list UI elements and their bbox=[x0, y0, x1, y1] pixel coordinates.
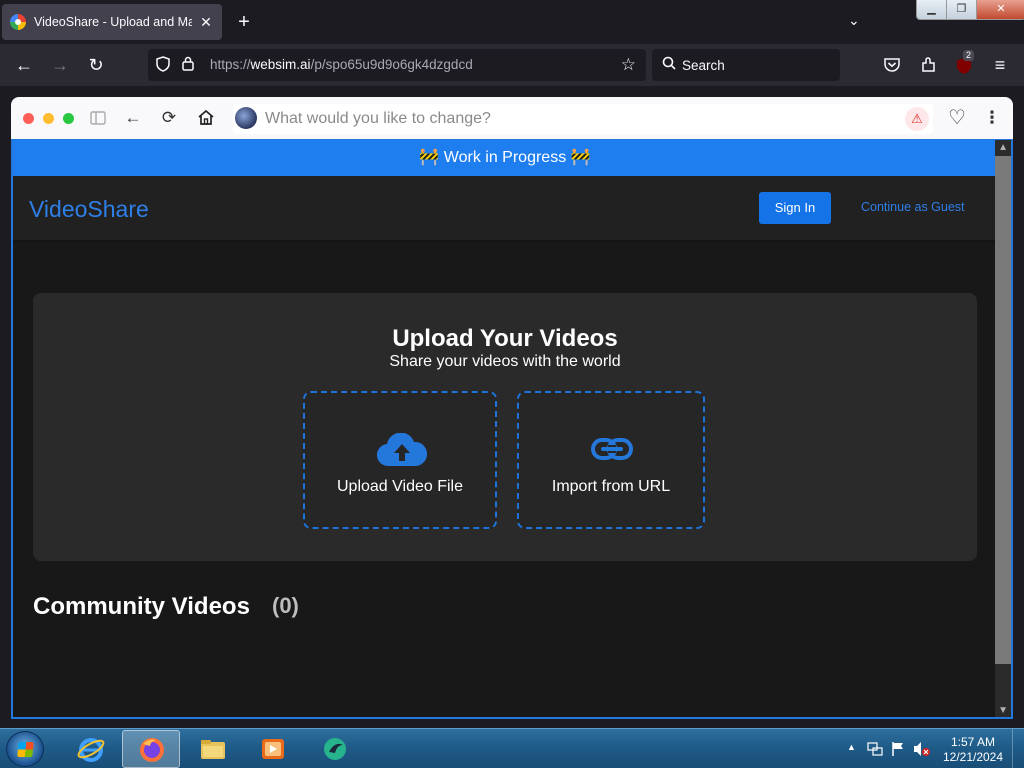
link-icon bbox=[591, 438, 633, 460]
action-center-flag-icon[interactable] bbox=[891, 741, 905, 757]
wip-banner: 🚧 Work in Progress 🚧 bbox=[13, 140, 997, 176]
extension-badge: 2 bbox=[963, 50, 975, 61]
close-tab-icon[interactable]: ✕ bbox=[198, 14, 214, 31]
more-options-icon[interactable]: ⋮ bbox=[981, 107, 1003, 129]
upload-video-file-button[interactable]: Upload Video File bbox=[303, 391, 497, 529]
media-player-icon[interactable] bbox=[244, 730, 302, 768]
brand-logo[interactable]: VideoShare bbox=[29, 196, 149, 223]
tab-bar: VideoShare - Upload and Mana ✕ + ⌄ ▁ ❐ ✕ bbox=[0, 0, 1024, 44]
show-desktop-button[interactable] bbox=[1012, 729, 1024, 768]
home-icon[interactable] bbox=[195, 107, 217, 129]
upload-title: Upload Your Videos bbox=[392, 325, 618, 352]
url-text: https://websim.ai/p/spo65u9d9o6gk4dzgdcd bbox=[210, 57, 473, 72]
back-arrow-icon[interactable]: ← bbox=[12, 53, 36, 77]
site-header: VideoShare Sign In Continue as Guest bbox=[13, 176, 997, 242]
scrollbar-thumb[interactable] bbox=[995, 156, 1011, 664]
close-dot-icon[interactable] bbox=[23, 113, 34, 124]
scrollbar[interactable]: ▲ ▼ bbox=[995, 140, 1011, 717]
maximize-dot-icon[interactable] bbox=[63, 113, 74, 124]
continue-as-guest-link[interactable]: Continue as Guest bbox=[861, 200, 965, 214]
forward-arrow-icon[interactable]: → bbox=[48, 53, 72, 77]
community-videos-heading: Community Videos bbox=[33, 593, 250, 620]
page-viewport: 🚧 Work in Progress 🚧 VideoShare Sign In … bbox=[11, 139, 1013, 719]
minimize-dot-icon[interactable] bbox=[43, 113, 54, 124]
clock[interactable]: 1:57 AM 12/21/2024 bbox=[935, 735, 1011, 765]
clock-time: 1:57 AM bbox=[950, 735, 996, 749]
close-window-button[interactable]: ✕ bbox=[977, 0, 1024, 19]
clock-date: 12/21/2024 bbox=[942, 750, 1004, 764]
prompt-bar: ⚠ bbox=[233, 104, 933, 134]
bookmark-star-icon[interactable]: ☆ bbox=[621, 55, 636, 75]
restore-button[interactable]: ❐ bbox=[947, 0, 977, 19]
sign-in-button[interactable]: Sign In bbox=[759, 192, 831, 224]
firefox-taskbar-icon[interactable] bbox=[122, 730, 180, 768]
tab-title: VideoShare - Upload and Mana bbox=[34, 15, 192, 29]
app-chat-icon[interactable] bbox=[306, 730, 364, 768]
pocket-icon[interactable] bbox=[880, 53, 904, 77]
avatar[interactable] bbox=[235, 107, 257, 129]
network-icon[interactable] bbox=[867, 741, 883, 757]
scroll-down-icon[interactable]: ▼ bbox=[998, 705, 1008, 716]
scroll-up-icon[interactable]: ▲ bbox=[998, 142, 1008, 153]
volume-muted-icon[interactable] bbox=[913, 741, 931, 757]
browser-window: VideoShare - Upload and Mana ✕ + ⌄ ▁ ❐ ✕… bbox=[0, 0, 1024, 728]
prompt-input[interactable] bbox=[265, 107, 895, 131]
websim-toolbar: ← ⟳ ⚠ ♡ ⋮ bbox=[11, 97, 1013, 139]
websim-frame: ← ⟳ ⚠ ♡ ⋮ 🚧 Work in Progress 🚧 VideoShar… bbox=[11, 97, 1013, 719]
shield-icon[interactable] bbox=[156, 56, 170, 76]
list-tabs-chevron-icon[interactable]: ⌄ bbox=[848, 12, 860, 29]
lock-icon[interactable] bbox=[182, 56, 194, 74]
address-bar[interactable]: https://websim.ai/p/spo65u9d9o6gk4dzgdcd… bbox=[148, 49, 646, 81]
minimize-button[interactable]: ▁ bbox=[917, 0, 947, 19]
search-box[interactable]: Search bbox=[652, 49, 840, 81]
window-controls: ▁ ❐ ✕ bbox=[916, 0, 1024, 20]
websim-refresh-icon[interactable]: ⟳ bbox=[158, 107, 180, 129]
search-icon bbox=[662, 56, 676, 73]
import-from-url-button[interactable]: Import from URL bbox=[517, 391, 705, 529]
show-hidden-icons-icon[interactable]: ▲ bbox=[847, 742, 856, 752]
upload-subtitle: Share your videos with the world bbox=[389, 353, 621, 370]
import-from-url-label: Import from URL bbox=[551, 478, 671, 495]
start-button[interactable] bbox=[6, 731, 44, 767]
navigation-toolbar: ← → ↻ https://websim.ai/p/spo65u9d9o6gk4… bbox=[0, 44, 1024, 86]
search-label: Search bbox=[682, 58, 725, 73]
heart-icon[interactable]: ♡ bbox=[946, 107, 968, 129]
cloud-upload-icon bbox=[377, 433, 427, 467]
browser-tab[interactable]: VideoShare - Upload and Mana ✕ bbox=[2, 4, 222, 40]
websim-back-icon[interactable]: ← bbox=[122, 107, 144, 129]
internet-explorer-icon[interactable] bbox=[62, 730, 120, 768]
community-videos-count: (0) bbox=[272, 593, 299, 618]
warning-icon[interactable]: ⚠ bbox=[905, 107, 929, 131]
sidebar-toggle-icon[interactable] bbox=[87, 107, 109, 129]
menu-hamburger-icon[interactable]: ≡ bbox=[988, 53, 1012, 77]
new-tab-button[interactable]: + bbox=[234, 10, 254, 34]
favicon-icon bbox=[10, 14, 26, 30]
upload-card: Upload Your Videos Share your videos wit… bbox=[33, 293, 977, 561]
upload-video-file-label: Upload Video File bbox=[336, 478, 463, 495]
windows-taskbar: ▲ 1:57 AM 12/21/2024 bbox=[0, 728, 1024, 768]
extensions-icon[interactable] bbox=[917, 53, 941, 77]
reload-icon[interactable]: ↻ bbox=[84, 53, 108, 77]
file-explorer-icon[interactable] bbox=[184, 730, 242, 768]
